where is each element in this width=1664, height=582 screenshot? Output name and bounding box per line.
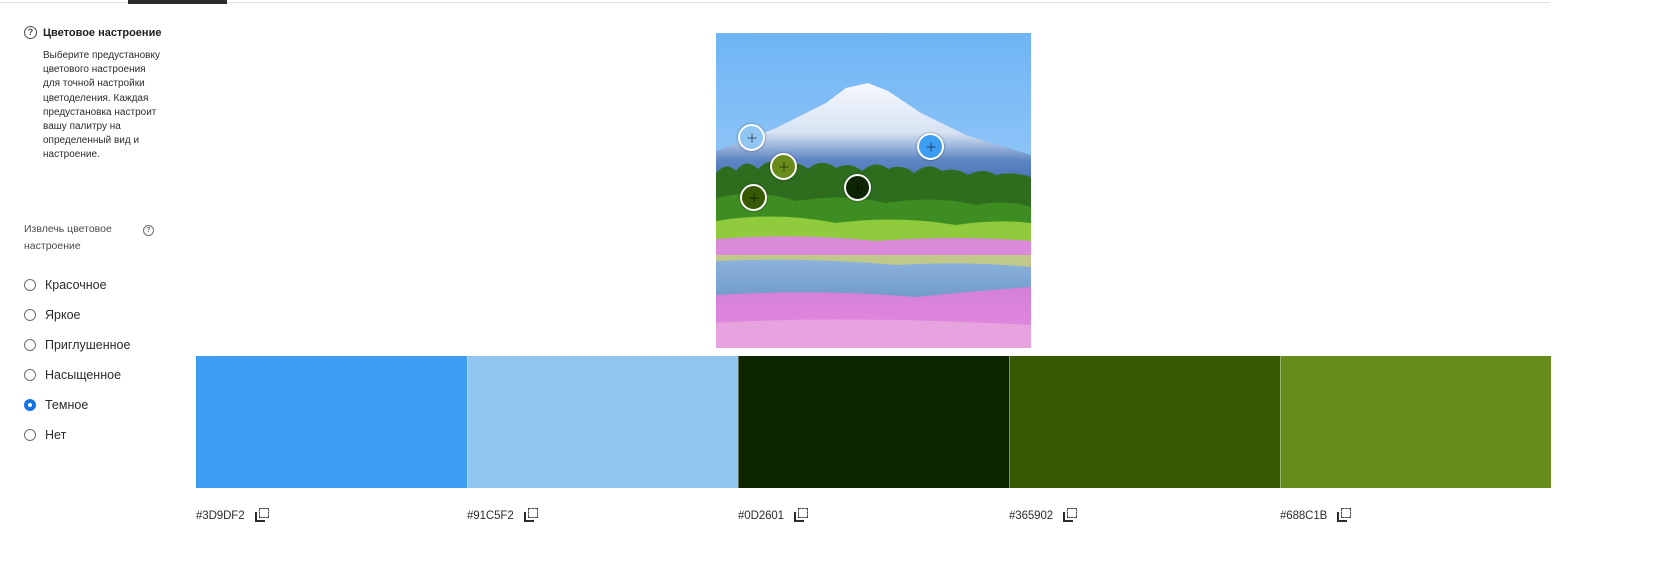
hex-code: #0D2601: [738, 509, 784, 522]
hex-code: #91C5F2: [467, 509, 514, 522]
hex-code: #365902: [1009, 509, 1054, 522]
color-picker-handle[interactable]: [770, 153, 797, 180]
color-swatch[interactable]: [1280, 356, 1551, 488]
hex-code-row: #365902: [1009, 508, 1078, 523]
hex-code-row: #688C1B: [1280, 508, 1352, 523]
crosshair-icon: [926, 142, 935, 151]
crosshair-icon: [779, 162, 788, 171]
mood-option-label[interactable]: Темное: [45, 398, 88, 412]
color-picker-handle[interactable]: [917, 133, 944, 160]
radio-button[interactable]: [24, 309, 36, 321]
mood-option[interactable]: Нет: [24, 420, 130, 450]
color-swatch[interactable]: [196, 356, 467, 488]
hex-code: #688C1B: [1280, 509, 1328, 522]
color-picker-handle[interactable]: [844, 174, 871, 201]
crosshair-icon: [747, 133, 756, 142]
mood-option[interactable]: Яркое: [24, 300, 130, 330]
mood-option-label[interactable]: Яркое: [45, 308, 81, 322]
mood-option[interactable]: Красочное: [24, 270, 130, 300]
copy-icon[interactable]: [1337, 508, 1352, 523]
question-circle-icon[interactable]: ?: [143, 225, 154, 236]
color-swatch[interactable]: [738, 356, 1009, 488]
color-swatch[interactable]: [1009, 356, 1280, 488]
mood-option[interactable]: Приглушенное: [24, 330, 130, 360]
mood-option-label[interactable]: Насыщенное: [45, 368, 121, 382]
copy-icon[interactable]: [793, 508, 809, 523]
mood-option-label[interactable]: Нет: [45, 428, 66, 442]
active-tab-indicator: [128, 0, 227, 4]
color-palette: [196, 356, 1551, 488]
source-photo: [716, 33, 1031, 348]
tab-underline: [0, 2, 1550, 3]
mood-option-label[interactable]: Красочное: [45, 278, 107, 292]
radio-button[interactable]: [24, 369, 36, 381]
hex-code-row: #0D2601: [738, 508, 809, 523]
copy-icon[interactable]: [1063, 508, 1078, 523]
mood-radio-group: Красочное Яркое Приглушенное Насыщенное …: [24, 270, 130, 450]
mood-option[interactable]: Насыщенное: [24, 360, 130, 390]
hex-code-row: #91C5F2: [467, 508, 539, 523]
copy-icon[interactable]: [523, 508, 539, 523]
radio-button[interactable]: [24, 339, 36, 351]
mood-option-label[interactable]: Приглушенное: [45, 338, 130, 352]
hex-code-row: #3D9DF2: [196, 508, 270, 523]
crosshair-icon: [853, 183, 862, 192]
crosshair-icon: [749, 193, 758, 202]
color-mood-title: Цветовое настроение: [43, 27, 162, 39]
question-circle-icon[interactable]: ?: [24, 26, 37, 39]
hex-code: #3D9DF2: [196, 509, 245, 522]
extract-mood-label: Извлечь цветовое настроение: [24, 223, 112, 252]
color-picker-handle[interactable]: [740, 184, 767, 211]
color-picker-handle[interactable]: [738, 124, 765, 151]
color-swatch[interactable]: [467, 356, 738, 488]
radio-button[interactable]: [24, 279, 36, 291]
copy-icon[interactable]: [254, 508, 270, 523]
radio-button[interactable]: [24, 399, 36, 411]
color-mood-description: Выберите предустановку цветового настрое…: [43, 50, 160, 161]
radio-button[interactable]: [24, 429, 36, 441]
mood-option[interactable]: Темное: [24, 390, 130, 420]
